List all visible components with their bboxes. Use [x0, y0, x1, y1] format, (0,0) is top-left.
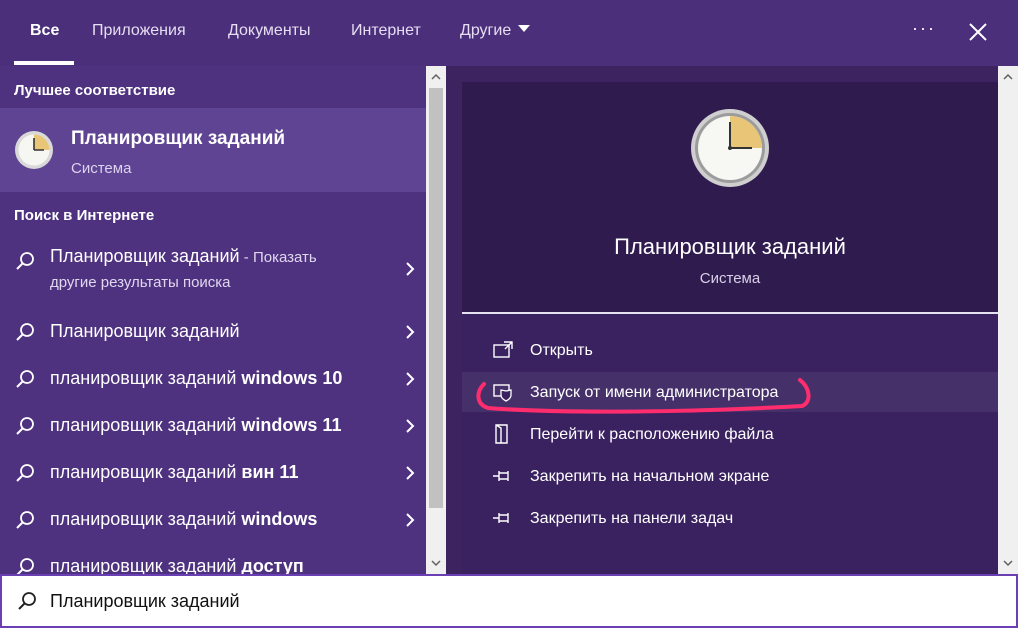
web-result-prefix: планировщик заданий	[50, 462, 242, 482]
preview-scrollbar[interactable]	[998, 66, 1018, 574]
best-match-heading: Лучшее соответствие	[14, 82, 176, 99]
best-match-subtitle: Система	[71, 160, 132, 177]
web-result-prefix: планировщик заданий	[50, 415, 242, 435]
chevron-right-icon	[406, 466, 415, 480]
search-tabs-bar: Все Приложения Документы Интернет Другие…	[0, 0, 1018, 66]
search-icon	[16, 323, 34, 341]
web-result-item[interactable]: планировщик заданий доступ	[0, 544, 426, 574]
run-as-admin-label: Запуск от имени администратора	[530, 384, 779, 401]
scroll-down-icon[interactable]	[1003, 558, 1013, 568]
close-button[interactable]	[960, 14, 996, 50]
web-result-item[interactable]: планировщик заданий windows 11	[0, 403, 426, 449]
web-result-bold: windows 10	[241, 368, 343, 388]
web-result-prefix: планировщик заданий	[50, 509, 242, 529]
web-search-heading: Поиск в Интернете	[14, 207, 155, 224]
open-file-location-action[interactable]: Перейти к расположению файла	[462, 414, 998, 454]
chevron-down-icon	[518, 25, 531, 32]
ellipsis-icon: ···	[912, 18, 936, 38]
search-icon	[18, 592, 36, 610]
tab-other[interactable]: Другие	[460, 22, 531, 40]
tab-web[interactable]: Интернет	[351, 22, 421, 40]
web-result-bold: доступ	[241, 556, 304, 574]
web-result-prefix: планировщик заданий	[50, 368, 242, 388]
open-action-label: Открыть	[530, 342, 593, 359]
web-result-bold: вин 11	[241, 462, 299, 482]
chevron-right-icon	[406, 372, 415, 386]
scroll-up-icon[interactable]	[431, 72, 441, 82]
web-result-prefix: планировщик заданий	[50, 556, 242, 574]
search-icon	[16, 417, 34, 435]
chevron-right-icon	[406, 513, 415, 527]
tab-documents[interactable]: Документы	[228, 22, 310, 40]
web-result-label: планировщик заданий windows	[50, 509, 317, 530]
preview-app-name: Планировщик заданий	[614, 234, 846, 259]
clock-icon	[691, 109, 769, 187]
results-list: Лучшее соответствие Планировщик заданий …	[0, 66, 426, 574]
web-result-item[interactable]: Планировщик заданий	[0, 309, 426, 355]
preview-actions: Открыть Запуск от имени администратора П…	[462, 314, 998, 574]
search-box	[0, 574, 1018, 628]
chevron-right-icon	[406, 262, 415, 276]
open-action[interactable]: Открыть	[462, 330, 998, 370]
active-tab-indicator	[14, 61, 74, 65]
web-result-hint: - Показать	[239, 249, 317, 266]
preview-app-subtitle: Система	[699, 270, 761, 287]
pin-to-start-action[interactable]: Закрепить на начальном экране	[462, 456, 998, 496]
web-result-label: планировщик заданий вин 11	[50, 462, 298, 483]
web-result-item[interactable]: планировщик заданий windows	[0, 497, 426, 543]
pin-icon	[493, 471, 509, 481]
scroll-up-icon[interactable]	[1003, 72, 1013, 82]
tab-apps[interactable]: Приложения	[92, 22, 186, 40]
clock-icon	[15, 131, 53, 169]
preview-pane: Планировщик заданий Система Открыть Запу…	[446, 66, 998, 574]
search-icon	[16, 464, 34, 482]
pin-icon	[493, 513, 509, 523]
preview-card: Планировщик заданий Система	[462, 82, 998, 312]
web-result-item[interactable]: планировщик заданий вин 11	[0, 450, 426, 496]
search-icon	[16, 252, 34, 270]
web-result-label: планировщик заданий windows 10	[50, 368, 342, 389]
web-result-label: Планировщик заданий	[50, 321, 240, 342]
pin-to-taskbar-label: Закрепить на панели задач	[530, 510, 734, 527]
best-match-name: Планировщик заданий	[71, 128, 286, 149]
chevron-right-icon	[406, 325, 415, 339]
search-icon	[16, 511, 34, 529]
web-result-bold: windows	[241, 509, 318, 529]
web-result-label: планировщик заданий windows 11	[50, 415, 341, 436]
results-scrollbar[interactable]	[426, 66, 446, 574]
search-icon	[16, 558, 34, 574]
web-result-hint-line2: другие результаты поиска	[50, 274, 231, 291]
file-location-icon	[495, 424, 508, 444]
best-match-item[interactable]: Планировщик заданий Система	[0, 108, 426, 192]
tab-all[interactable]: Все	[30, 22, 59, 40]
web-result-term: Планировщик заданий	[50, 246, 240, 266]
web-result-item[interactable]: планировщик заданий windows 10	[0, 356, 426, 402]
pin-to-start-label: Закрепить на начальном экране	[530, 468, 770, 485]
search-input[interactable]	[50, 584, 950, 618]
pin-to-taskbar-action[interactable]: Закрепить на панели задач	[462, 498, 998, 538]
search-icon	[16, 370, 34, 388]
more-options-button[interactable]: ···	[906, 18, 942, 46]
web-result-item[interactable]: Планировщик заданий - Показать другие ре…	[0, 238, 426, 300]
web-result-label: планировщик заданий доступ	[50, 556, 304, 574]
shield-icon	[493, 384, 512, 402]
open-icon	[493, 341, 513, 358]
scroll-down-icon[interactable]	[431, 558, 441, 568]
chevron-right-icon	[406, 419, 415, 433]
scrollbar-thumb[interactable]	[429, 88, 443, 508]
web-result-bold: windows 11	[241, 415, 342, 435]
web-result-prefix: Планировщик заданий	[50, 321, 240, 341]
file-location-label: Перейти к расположению файла	[530, 426, 774, 443]
close-icon	[969, 23, 987, 41]
web-result-title: Планировщик заданий - Показать	[50, 246, 317, 267]
run-as-admin-action[interactable]: Запуск от имени администратора	[462, 372, 998, 412]
tab-other-label: Другие	[460, 22, 512, 39]
